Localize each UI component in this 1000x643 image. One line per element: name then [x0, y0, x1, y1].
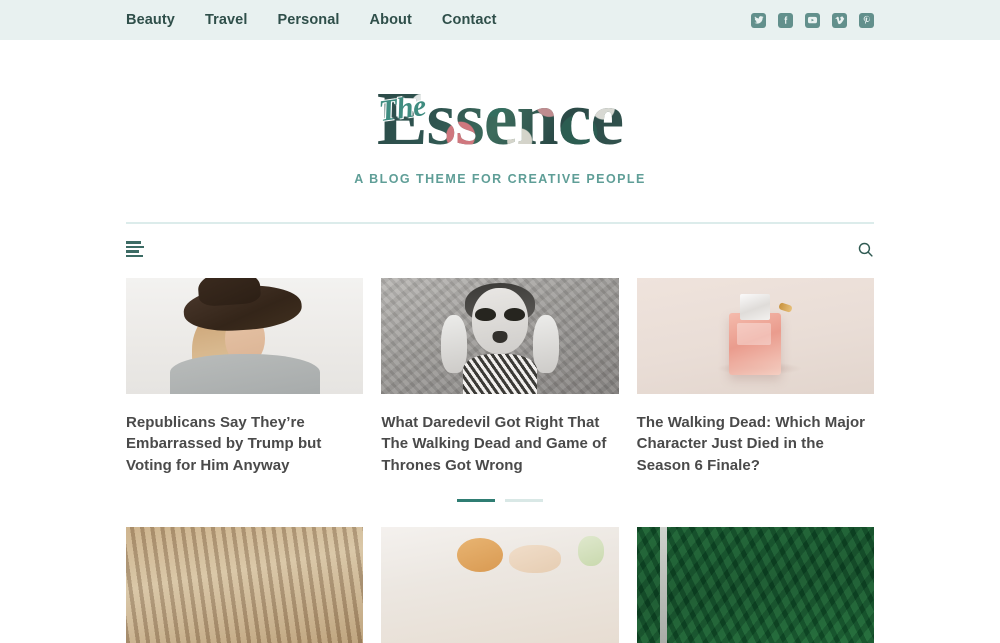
top-bar: Beauty Travel Personal About Contact: [0, 0, 1000, 40]
post-card[interactable]: Republicans Say They’re Embarrassed by T…: [126, 278, 364, 476]
menu-icon[interactable]: [126, 241, 144, 257]
post-card[interactable]: What Daredevil Got Right That The Walkin…: [381, 278, 619, 476]
post-card[interactable]: [381, 526, 619, 643]
primary-navigation: Beauty Travel Personal About Contact: [126, 13, 497, 28]
carousel-pagination: [126, 498, 874, 502]
menu-bar-2: [126, 245, 144, 248]
post-title[interactable]: What Daredevil Got Right That The Walkin…: [381, 412, 618, 476]
post-thumbnail-laughing-woman-bw[interactable]: [381, 278, 619, 394]
site-masthead: The Essence A BLOG THEME FOR CREATIVE PE…: [0, 40, 1000, 186]
social-links: [751, 12, 874, 28]
nav-item-about[interactable]: About: [370, 13, 412, 28]
content-toolbar: [126, 224, 874, 274]
nav-item-beauty[interactable]: Beauty: [126, 13, 175, 28]
post-card[interactable]: [636, 526, 874, 643]
post-grid: Republicans Say They’re Embarrassed by T…: [126, 278, 874, 476]
site-tagline: A BLOG THEME FOR CREATIVE PEOPLE: [354, 172, 646, 186]
post-grid-secondary: [126, 526, 874, 643]
nav-item-travel[interactable]: Travel: [205, 13, 248, 28]
post-title[interactable]: Republicans Say They’re Embarrassed by T…: [126, 412, 363, 476]
facebook-icon[interactable]: [778, 12, 793, 28]
post-card[interactable]: [126, 526, 364, 643]
main-content: Republicans Say They’re Embarrassed by T…: [126, 222, 874, 643]
vimeo-icon[interactable]: [832, 12, 847, 28]
search-icon[interactable]: [857, 241, 874, 258]
post-card[interactable]: The Walking Dead: Which Major Character …: [636, 278, 874, 476]
site-logo[interactable]: The Essence: [376, 80, 624, 158]
menu-bar-3: [126, 250, 139, 253]
post-thumbnail-pink-perfume-bottle[interactable]: [636, 278, 874, 394]
post-title[interactable]: The Walking Dead: Which Major Character …: [637, 412, 874, 476]
post-thumbnail-cream-food[interactable]: [381, 526, 619, 643]
post-thumbnail-woman-in-hat[interactable]: [126, 278, 364, 394]
menu-bar-4: [126, 254, 143, 257]
pagination-item-2[interactable]: [505, 498, 543, 502]
nav-item-personal[interactable]: Personal: [277, 13, 339, 28]
twitter-icon[interactable]: [751, 12, 766, 28]
pinterest-icon[interactable]: [859, 12, 874, 28]
youtube-icon[interactable]: [805, 12, 820, 28]
pagination-item-1[interactable]: [457, 498, 495, 502]
menu-bar-1: [126, 241, 141, 244]
logo-script-text: The: [376, 88, 428, 129]
post-thumbnail-green-foliage[interactable]: [636, 526, 874, 643]
post-thumbnail-brown-texture[interactable]: [126, 526, 364, 643]
nav-item-contact[interactable]: Contact: [442, 13, 497, 28]
